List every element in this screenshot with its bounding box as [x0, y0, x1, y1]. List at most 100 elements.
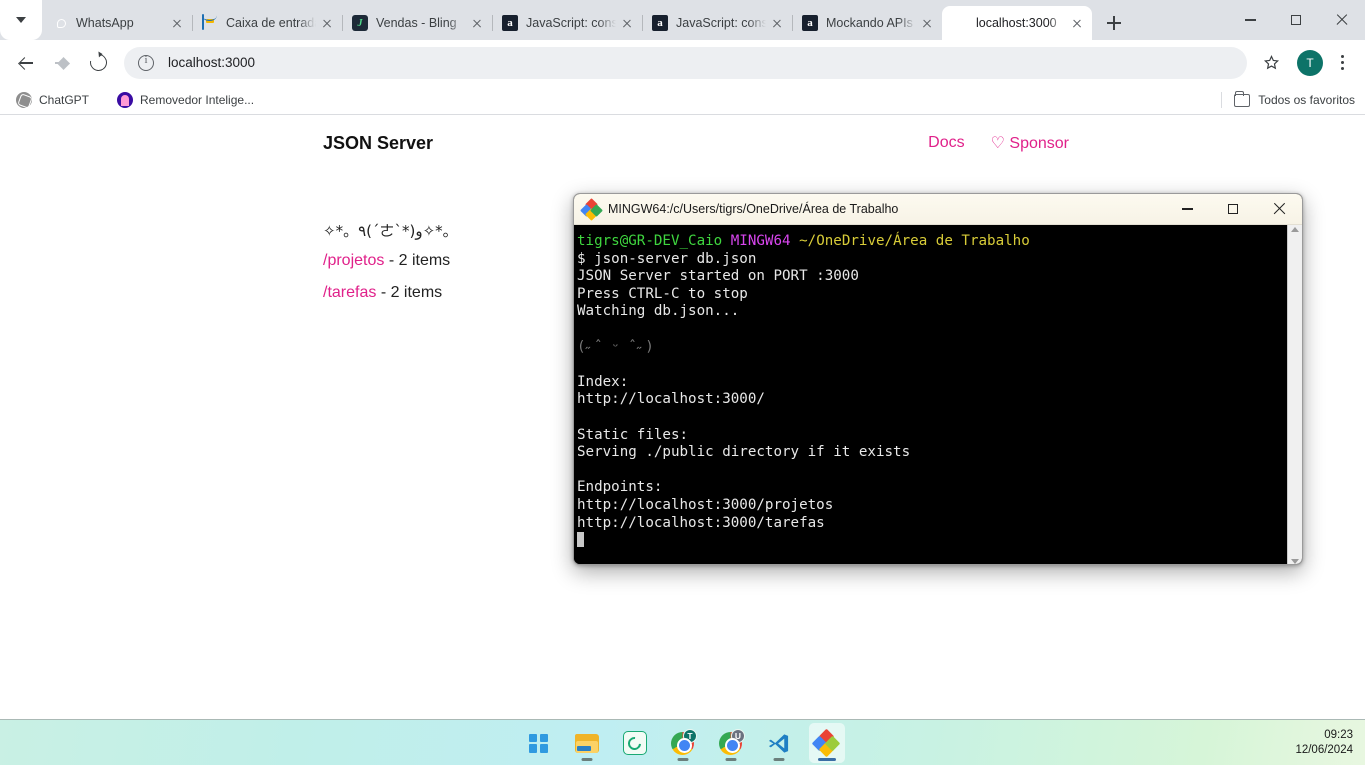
resource-count: - 2 items [381, 284, 442, 301]
resource-link[interactable]: /tarefas [323, 284, 376, 301]
prompt-user: tigrs@GR-DEV_Caio [577, 233, 722, 249]
chrome-icon: T [671, 732, 694, 755]
resource-projetos: /projetos - 2 items [323, 252, 450, 270]
taskbar-clock[interactable]: 09:23 12/06/2024 [1295, 720, 1353, 766]
terminal-body[interactable]: tigrs@GR-DEV_Caio MINGW64 ~/OneDrive/Áre… [574, 225, 1302, 565]
tab-close-button[interactable] [318, 14, 336, 32]
alura-icon: a [652, 15, 668, 31]
tab-close-button[interactable] [468, 14, 486, 32]
tab-vendas-bling[interactable]: J Vendas - Bling [342, 6, 492, 40]
terminal-line: JSON Server started on PORT :3000 [577, 268, 859, 284]
arrow-left-icon [18, 55, 34, 71]
page-title: JSON Server [323, 133, 433, 154]
sponsor-link[interactable]: ♡ Sponsor [991, 133, 1069, 153]
all-bookmarks-button[interactable]: Todos os favoritos [1221, 92, 1355, 108]
terminal-line: http://localhost:3000/ [577, 391, 765, 407]
whatsapp-icon [52, 15, 68, 31]
page-links: Docs ♡ Sponsor [928, 133, 1069, 153]
tab-close-button[interactable] [168, 14, 186, 32]
bookmark-star-button[interactable] [1255, 47, 1287, 79]
terminal-scrollbar[interactable] [1287, 225, 1302, 565]
bookmark-removedor[interactable]: Removedor Intelige... [111, 89, 260, 111]
terminal-close-button[interactable] [1256, 194, 1302, 225]
tab-whatsapp[interactable]: WhatsApp [42, 6, 192, 40]
all-bookmarks-label: Todos os favoritos [1258, 93, 1355, 107]
alura-icon: a [802, 15, 818, 31]
terminal-title-bar[interactable]: MINGW64:/c/Users/tigrs/OneDrive/Área de … [574, 194, 1302, 225]
tab-title: JavaScript: consu [676, 16, 766, 30]
scroll-down-icon[interactable] [1291, 559, 1299, 564]
maximize-button[interactable] [1273, 0, 1319, 40]
terminal-line: Press CTRL-C to stop [577, 286, 748, 302]
vscode-icon [767, 732, 790, 755]
reload-button[interactable] [82, 47, 114, 79]
terminal-line: http://localhost:3000/projetos [577, 497, 833, 513]
terminal-line: Endpoints: [577, 479, 662, 495]
clock-date: 12/06/2024 [1295, 743, 1353, 758]
taskbar-chrome-profile-u[interactable]: U [713, 723, 749, 763]
taskbar-app-icons: T U [521, 720, 845, 766]
tab-search-button[interactable] [0, 0, 42, 40]
terminal-line: Index: [577, 374, 628, 390]
bling-icon: J [352, 15, 368, 31]
tab-title: JavaScript: consu [526, 16, 616, 30]
terminal-minimize-button[interactable] [1164, 194, 1210, 225]
terminal-title: MINGW64:/c/Users/tigrs/OneDrive/Área de … [608, 202, 1164, 216]
arrow-right-icon [54, 55, 70, 71]
bookmark-label: ChatGPT [39, 93, 89, 107]
tab-strip: WhatsApp Caixa de entrada J Vendas - Bli… [0, 0, 1365, 40]
tab-title: Mockando APIs [826, 16, 916, 30]
kaomoji-decoration: ✧*。٩(ˊㄜˋ*)و✧*。 [323, 220, 458, 241]
clock-time: 09:23 [1324, 728, 1353, 743]
bookmark-label: Removedor Intelige... [140, 93, 254, 107]
terminal-cursor [577, 532, 584, 547]
taskbar-chrome-profile-t[interactable]: T [665, 723, 701, 763]
git-bash-window[interactable]: MINGW64:/c/Users/tigrs/OneDrive/Área de … [573, 193, 1303, 565]
start-button[interactable] [521, 723, 557, 763]
tab-title: Caixa de entrada [226, 16, 316, 30]
taskbar-git-bash[interactable] [809, 723, 845, 763]
scroll-up-icon[interactable] [1291, 227, 1299, 232]
tab-close-button[interactable] [918, 14, 936, 32]
chrome-menu-button[interactable] [1329, 50, 1355, 76]
taskbar-photopea[interactable] [617, 723, 653, 763]
back-button[interactable] [10, 47, 42, 79]
address-bar[interactable]: localhost:3000 [124, 47, 1247, 79]
forward-button[interactable] [46, 47, 78, 79]
json-server-page: JSON Server Docs ♡ Sponsor ✧*。٩(ˊㄜˋ*)و✧*… [0, 115, 1365, 137]
tab-localhost-3000[interactable]: localhost:3000 [942, 6, 1092, 40]
terminal-line: http://localhost:3000/tarefas [577, 515, 825, 531]
tab-mockando-apis[interactable]: a Mockando APIs [792, 6, 942, 40]
taskbar-file-explorer[interactable] [569, 723, 605, 763]
taskbar-vscode[interactable] [761, 723, 797, 763]
terminal-window-controls [1164, 194, 1302, 225]
tab-close-button[interactable] [768, 14, 786, 32]
browser-toolbar: localhost:3000 T [0, 40, 1365, 85]
terminal-line: Watching db.json... [577, 303, 739, 319]
url-text: localhost:3000 [168, 55, 255, 70]
profile-badge: U [731, 729, 745, 743]
close-window-button[interactable] [1319, 0, 1365, 40]
window-controls [1227, 0, 1365, 40]
prompt-path: ~/OneDrive/Área de Trabalho [799, 233, 1030, 249]
chatgpt-icon [16, 92, 32, 108]
folder-icon [1234, 94, 1250, 107]
profile-avatar[interactable]: T [1297, 50, 1323, 76]
tab-javascript-1[interactable]: a JavaScript: consu [492, 6, 642, 40]
new-tab-button[interactable] [1100, 9, 1128, 37]
alura-icon: a [502, 15, 518, 31]
docs-link[interactable]: Docs [928, 134, 964, 152]
resource-link[interactable]: /projetos [323, 252, 384, 269]
tab-javascript-2[interactable]: a JavaScript: consu [642, 6, 792, 40]
tab-caixa-de-entrada[interactable]: Caixa de entrada [192, 6, 342, 40]
bookmark-chatgpt[interactable]: ChatGPT [10, 89, 95, 111]
tab-close-button[interactable] [618, 14, 636, 32]
terminal-maximize-button[interactable] [1210, 194, 1256, 225]
profile-badge: T [683, 729, 697, 743]
info-icon[interactable] [138, 55, 154, 71]
tab-close-button[interactable] [1068, 14, 1086, 32]
minimize-button[interactable] [1227, 0, 1273, 40]
tab-title: localhost:3000 [976, 16, 1066, 30]
terminal-line: Serving ./public directory if it exists [577, 444, 910, 460]
git-bash-icon [815, 732, 838, 755]
